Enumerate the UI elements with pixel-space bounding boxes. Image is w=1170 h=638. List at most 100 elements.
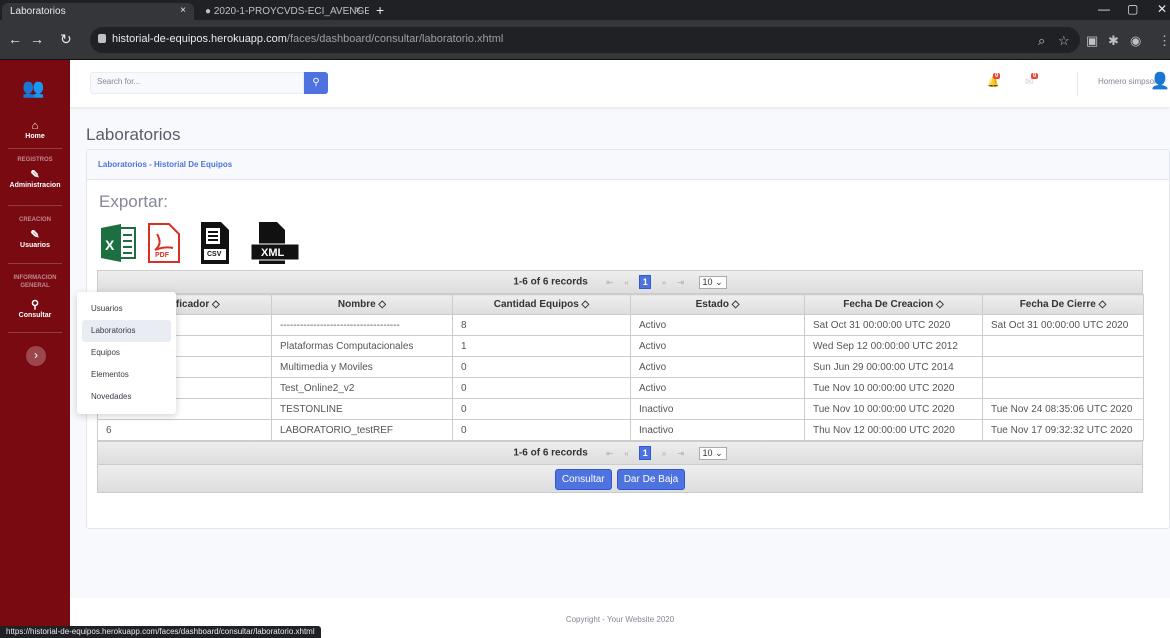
tab-github[interactable]: ● 2020-1-PROYCVDS-ECI_AVENGE × (197, 3, 369, 20)
reload-icon[interactable]: ↻ (60, 31, 72, 48)
page-number-button[interactable]: 1 (639, 275, 652, 289)
sidebar-toggle-button[interactable]: › (26, 346, 46, 366)
search-button[interactable]: ⚲ (304, 72, 328, 94)
cell-cantidad: 0 (452, 419, 631, 441)
alerts-bell-icon[interactable]: 🔔 0 (987, 73, 1001, 88)
cell-fecha-creacion: Wed Sep 12 00:00:00 UTC 2012 (804, 335, 983, 357)
cell-cantidad: 1 (452, 335, 631, 357)
sidebar-item-label: Consultar (18, 312, 52, 319)
dar-de-baja-button[interactable]: Dar De Baja (616, 469, 686, 490)
dropdown-item-usuarios[interactable]: Usuarios (82, 298, 171, 320)
menu-kebab-icon[interactable]: ⋮ (1158, 33, 1170, 49)
extension-icon[interactable]: ▣ (1086, 33, 1098, 49)
column-header[interactable]: Fecha De Cierre ◇ (982, 294, 1144, 315)
dropdown-item-equipos[interactable]: Equipos (82, 342, 171, 364)
csv-label: CSV (207, 251, 222, 258)
alerts-badge: 0 (993, 73, 1001, 79)
rows-per-page-select[interactable]: 10 ⌄ (698, 275, 727, 289)
user-avatar-icon[interactable]: 👤 (1150, 72, 1170, 92)
sidebar-item-label: Home (25, 133, 45, 140)
sidebar-item-home[interactable]: ⌂ Home (0, 120, 70, 140)
column-header[interactable]: Nombre ◇ (271, 294, 453, 315)
table-row[interactable]: 4Test_Online2_v20ActivoTue Nov 10 00:00:… (97, 377, 1144, 399)
column-header[interactable]: Fecha De Creacion ◇ (804, 294, 983, 315)
column-header[interactable]: Cantidad Equipos ◇ (452, 294, 631, 315)
xml-icon (250, 222, 300, 264)
dropdown-item-novedades[interactable]: Novedades (82, 386, 171, 408)
prev-page-icon[interactable]: « (621, 278, 631, 287)
first-page-icon[interactable]: ⇤ (605, 278, 615, 287)
pdf-icon (148, 223, 180, 263)
copyright-text: Copyright - Your Website 2020 (565, 615, 675, 624)
cell-fecha-creacion: Tue Nov 10 00:00:00 UTC 2020 (804, 398, 983, 420)
sidebar-item-administracion[interactable]: ✎ Administracion (0, 168, 70, 189)
last-page-icon[interactable]: ⇥ (676, 449, 686, 458)
github-icon: ● (205, 6, 212, 17)
search-icon: ⚲ (312, 77, 320, 88)
page-title: Laboratorios (86, 125, 181, 144)
search-input[interactable]: Search for... (90, 72, 304, 94)
cell-nombre: Multimedia y Moviles (271, 356, 453, 378)
next-page-icon[interactable]: » (659, 278, 669, 287)
export-csv-button[interactable]: CSV (195, 220, 233, 266)
new-tab-icon[interactable]: + (376, 2, 384, 18)
extensions-puzzle-icon[interactable]: ✱ (1108, 33, 1119, 49)
sidebar-item-label: Administracion (9, 182, 61, 189)
cell-nombre: Plataformas Computacionales (271, 335, 453, 357)
cell-cantidad: 8 (452, 314, 631, 336)
zoom-icon[interactable]: ⌕ (1038, 33, 1045, 49)
export-excel-button[interactable]: X (99, 220, 137, 266)
table-row[interactable]: 1------------------------------------8Ac… (97, 314, 1144, 336)
sidebar-item-consultar[interactable]: ⚲ Consultar (0, 298, 70, 319)
tab-close-icon[interactable]: × (355, 5, 361, 16)
next-page-icon[interactable]: » (659, 449, 669, 458)
table-row[interactable]: 2Plataformas Computacionales1ActivoWed S… (97, 335, 1144, 357)
address-bar[interactable]: historial-de-equipos.herokuapp.com/faces… (90, 27, 1080, 53)
cell-estado: Activo (630, 377, 805, 399)
rows-per-page-select[interactable]: 10 ⌄ (698, 446, 727, 460)
chevron-right-icon: › (34, 348, 38, 362)
cell-cantidad: 0 (452, 398, 631, 420)
messages-envelope-icon[interactable]: ✉ 0 (1025, 73, 1039, 88)
cell-fecha-creacion: Sat Oct 31 00:00:00 UTC 2020 (804, 314, 983, 336)
export-pdf-button[interactable]: PDF (145, 220, 183, 266)
cell-fecha-cierre (982, 377, 1144, 399)
sidebar-divider (8, 263, 62, 264)
maximize-icon[interactable]: ▢ (1127, 2, 1138, 16)
export-label: Exportar: (99, 192, 168, 211)
export-xml-button[interactable]: XML (249, 220, 301, 266)
close-window-icon[interactable]: ✕ (1157, 2, 1167, 16)
dropdown-item-laboratorios[interactable]: Laboratorios (82, 320, 171, 342)
records-label: 1-6 of 6 records (513, 447, 588, 459)
profile-avatar-icon[interactable]: ◉ (1130, 33, 1141, 49)
prev-page-icon[interactable]: « (621, 449, 631, 458)
csv-icon (201, 222, 229, 264)
paginator-bottom: 1-6 of 6 records ⇤ « 1 » ⇥ 10 ⌄ (97, 441, 1143, 465)
brand-logo-icon[interactable]: 👥 (22, 78, 44, 99)
table-row[interactable]: 6 LABORATORIO_testREF 0 Inactivo Thu Nov 12 … (97, 419, 1144, 441)
home-icon: ⌂ (31, 120, 39, 132)
page-number-button[interactable]: 1 (639, 446, 652, 460)
bookmark-star-icon[interactable]: ☆ (1058, 33, 1070, 49)
sidebar-divider (8, 148, 62, 149)
table-row[interactable]: 5TESTONLINE0InactivoTue Nov 10 00:00:00 … (97, 398, 1144, 420)
back-icon[interactable]: ← (8, 31, 22, 47)
tab-close-icon[interactable]: × (180, 5, 186, 16)
forward-icon[interactable]: → (30, 31, 44, 47)
last-page-icon[interactable]: ⇥ (676, 278, 686, 287)
cell-fecha-cierre: Sat Oct 31 00:00:00 UTC 2020 (982, 314, 1144, 336)
dropdown-item-elementos[interactable]: Elementos (82, 364, 171, 386)
first-page-icon[interactable]: ⇤ (605, 449, 615, 458)
table-row[interactable]: 3Multimedia y Moviles0ActivoSun Jun 29 0… (97, 356, 1144, 378)
consultar-button[interactable]: Consultar (554, 469, 612, 490)
cell-cantidad: 0 (452, 356, 631, 378)
minimize-icon[interactable]: — (1098, 2, 1110, 16)
cell-nombre: Test_Online2_v2 (271, 377, 453, 399)
cell-estado: Inactivo (630, 398, 805, 420)
tab-title: 2020-1-PROYCVDS-ECI_AVENGE (213, 6, 369, 17)
column-header[interactable]: Estado ◇ (630, 294, 805, 315)
cell-estado: Activo (630, 314, 805, 336)
cell-nombre: LABORATORIO_testREF (271, 419, 453, 441)
tab-laboratorios[interactable]: Laboratorios × (2, 3, 194, 20)
sidebar-item-usuarios[interactable]: ✎ Usuarios (0, 228, 70, 249)
